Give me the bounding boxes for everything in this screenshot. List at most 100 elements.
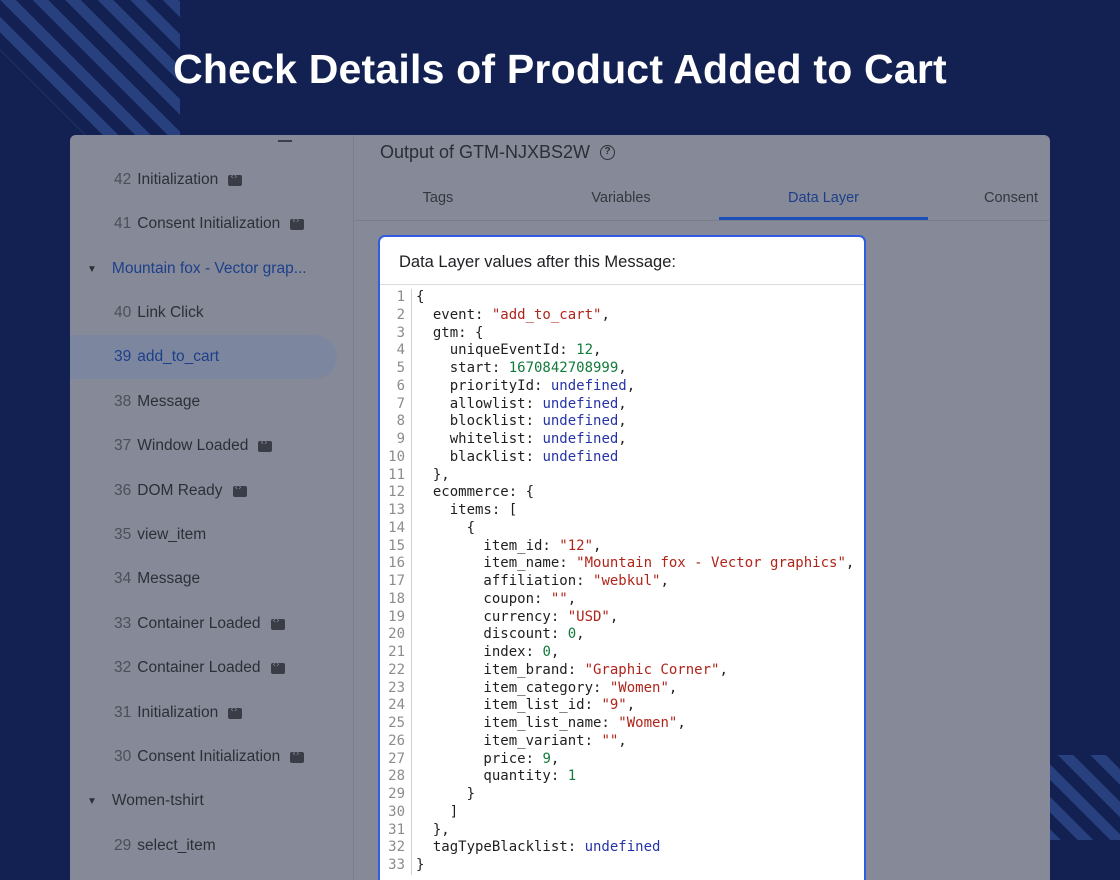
code-line: 16 item_name: "Mountain fox - Vector gra… [380, 555, 864, 573]
line-number: 9 [380, 431, 412, 449]
tab-consent[interactable]: Consent [928, 175, 1050, 221]
line-number: 4 [380, 342, 412, 360]
collapse-handle[interactable] [278, 140, 292, 142]
tab-data-layer[interactable]: Data Layer [719, 175, 928, 220]
code-text: }, [416, 466, 450, 483]
event-label: Message [137, 393, 201, 410]
code-text: item_id: "12", [416, 537, 602, 554]
code-line: 7 allowlist: undefined, [380, 395, 864, 414]
sidebar-event-item[interactable]: 33 Container Loaded [70, 602, 337, 646]
code-line: 8 blocklist: undefined, [380, 413, 864, 431]
sidebar-group-label: Women-tshirt [111, 792, 204, 809]
code-text: uniqueEventId: 12, [416, 342, 602, 359]
event-label: Window Loaded [137, 437, 249, 454]
sidebar-event-item[interactable]: 42 Initialization [70, 158, 337, 202]
help-icon[interactable]: ? [600, 145, 616, 160]
tab-bar: Tags Variables Data Layer Consent [355, 175, 1050, 221]
line-number: 30 [380, 803, 412, 822]
expand-caret-icon[interactable]: ▼ [87, 264, 97, 275]
code-icon [270, 660, 285, 674]
sidebar-event-item[interactable]: 29 select_item [70, 824, 337, 868]
tab-variables[interactable]: Variables [521, 175, 721, 221]
event-number: 29 [114, 837, 132, 854]
code-text: priorityId: undefined, [416, 377, 636, 394]
code-line: 4 uniqueEventId: 12, [380, 342, 864, 360]
line-number: 7 [380, 395, 412, 414]
sidebar-event-item[interactable]: 34 Message [70, 557, 337, 601]
code-text: affiliation: "webkul", [416, 573, 669, 589]
data-layer-code: 1{2 event: "add_to_cart", 3 gtm: {4 uniqu… [380, 285, 864, 875]
line-number: 18 [380, 590, 412, 609]
event-number: 32 [114, 659, 132, 676]
code-text: coupon: "", [416, 590, 577, 607]
tab-tags[interactable]: Tags [355, 175, 521, 221]
expand-caret-icon[interactable]: ▼ [87, 796, 97, 807]
code-line: 25 item_list_name: "Women", [380, 715, 864, 733]
line-number: 22 [380, 661, 412, 680]
code-line: 21 index: 0, [380, 644, 864, 662]
code-line: 13 items: [ [380, 502, 864, 520]
panel-title: Output of GTM-NJXBS2W ? [380, 142, 616, 163]
code-icon [228, 705, 243, 719]
code-text: ] [416, 803, 459, 820]
line-number: 21 [380, 644, 412, 662]
code-line: 14 { [380, 519, 864, 538]
line-number: 19 [380, 608, 412, 627]
code-line: 29 } [380, 786, 864, 804]
sidebar-group[interactable]: ▼ Mountain fox - Vector grap... [70, 247, 337, 291]
code-line: 28 quantity: 1 [380, 768, 864, 786]
line-number: 11 [380, 466, 412, 485]
sidebar-event-item[interactable]: 32 Container Loaded [70, 646, 337, 690]
line-number: 10 [380, 448, 412, 467]
code-line: 26 item_variant: "", [380, 732, 864, 751]
code-text: start: 1670842708999, [416, 360, 627, 376]
code-icon [270, 616, 285, 630]
code-text: blacklist: undefined [416, 448, 619, 465]
sidebar-event-item[interactable]: 36 DOM Ready [70, 469, 337, 513]
code-line: 27 price: 9, [380, 750, 864, 769]
sidebar-event-item[interactable]: 30 Consent Initialization [70, 735, 337, 779]
line-number: 33 [380, 857, 412, 875]
event-label: Consent Initialization [137, 748, 281, 765]
code-icon [258, 438, 273, 452]
code-line: 31 }, [380, 821, 864, 840]
code-text: items: [ [416, 502, 518, 518]
code-text: } [416, 857, 425, 873]
sidebar-event-item[interactable]: 39 add_to_cart [70, 335, 337, 379]
data-layer-card: Data Layer values after this Message: 1{… [378, 235, 866, 880]
code-text: tagTypeBlacklist: undefined [416, 839, 661, 856]
code-line: 5 start: 1670842708999, [380, 360, 864, 378]
line-number: 25 [380, 715, 412, 733]
decorative-stripes-bottom-right [1045, 755, 1120, 840]
event-number: 35 [114, 526, 132, 543]
event-number: 37 [114, 437, 132, 454]
sidebar-event-item[interactable]: 31 Initialization [70, 691, 337, 735]
line-number: 23 [380, 679, 412, 698]
code-text: { [416, 519, 476, 536]
line-number: 24 [380, 697, 412, 715]
sidebar-group-label: Mountain fox - Vector grap... [111, 260, 307, 277]
gtm-preview-window: 42Initialization41Consent Initialization… [70, 135, 1050, 880]
event-label: Message [137, 570, 201, 587]
code-text: allowlist: undefined, [416, 395, 627, 412]
code-line: 9 whitelist: undefined, [380, 431, 864, 449]
code-icon [232, 483, 247, 497]
code-line: 19 currency: "USD", [380, 608, 864, 627]
sidebar-event-item[interactable]: 38 Message [70, 380, 337, 424]
sidebar-group[interactable]: ▼ Women-tshirt [70, 779, 337, 823]
code-text: discount: 0, [416, 626, 585, 643]
code-line: 33} [380, 857, 864, 875]
sidebar-event-item[interactable]: 41 Consent Initialization [70, 202, 337, 246]
sidebar-event-item[interactable]: 35 view_item [70, 513, 337, 557]
code-text: item_name: "Mountain fox - Vector graphi… [416, 555, 855, 572]
code-line: 30 ] [380, 803, 864, 822]
code-line: 11 }, [380, 466, 864, 485]
code-text: } [416, 786, 476, 802]
line-number: 16 [380, 555, 412, 573]
event-number: 40 [114, 304, 132, 321]
line-number: 8 [380, 413, 412, 431]
sidebar-event-item[interactable]: 40 Link Click [70, 291, 337, 335]
event-label: DOM Ready [137, 482, 223, 499]
line-number: 26 [380, 732, 412, 751]
sidebar-event-item[interactable]: 37 Window Loaded [70, 424, 337, 468]
